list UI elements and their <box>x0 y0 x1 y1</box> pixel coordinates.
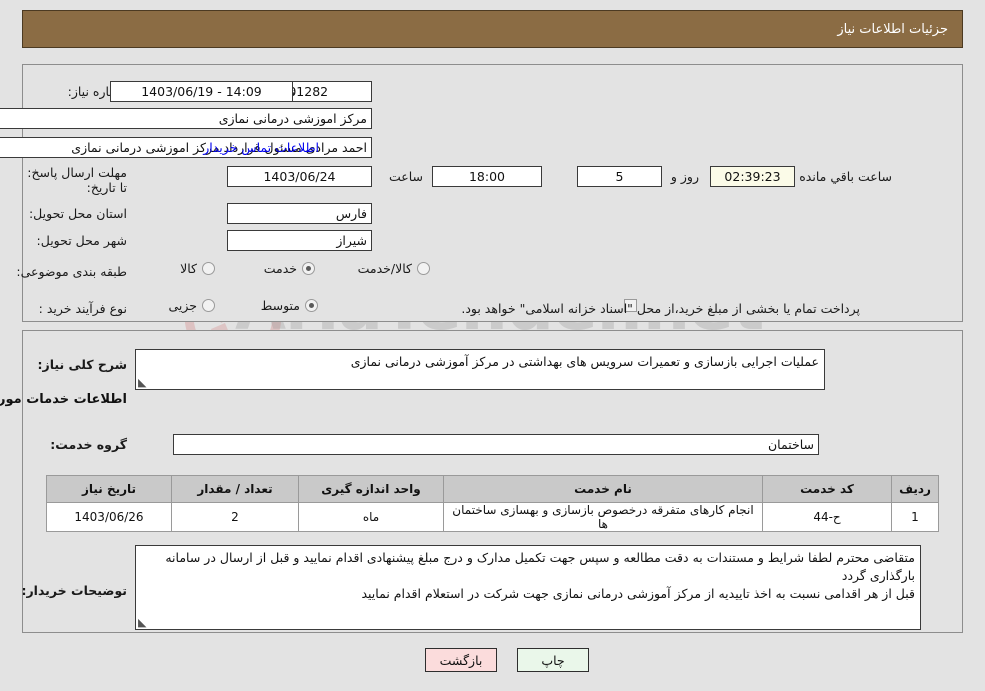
services-heading: اطلاعات خدمات مورد نیاز <box>0 392 127 407</box>
announce-datetime-value[interactable]: 14:09 - 1403/06/19 <box>110 81 293 102</box>
radio-category-goods-label: کالا <box>180 261 197 276</box>
treasury-note-label: پرداخت تمام یا بخشی از مبلغ خرید،از محل … <box>461 301 860 316</box>
print-button[interactable]: چاپ <box>517 648 589 672</box>
cell-code: ح-44 <box>762 502 892 532</box>
remaining-time-value: 02:39:23 <box>710 166 795 187</box>
radio-category-service[interactable]: خدمت <box>264 261 315 276</box>
service-group-label: گروه خدمت: <box>50 437 127 452</box>
city-value[interactable]: شیراز <box>227 230 372 251</box>
general-desc-label: شرح کلی نیاز: <box>37 357 127 372</box>
days-and-label: روز و <box>670 169 699 184</box>
category-label: طبقه بندی موضوعی: <box>16 264 127 279</box>
remaining-hours-label: ساعت باقي مانده <box>799 169 892 184</box>
radio-category-service-label: خدمت <box>263 261 297 276</box>
city-label: شهر محل تحویل: <box>36 233 127 248</box>
need-info-panel <box>22 64 963 322</box>
province-label: استان محل تحویل: <box>28 206 127 221</box>
radio-dot-icon[interactable] <box>417 262 430 275</box>
deadline-label: مهلت ارسال پاسخ: تا تاریخ: <box>27 165 127 195</box>
th-unit: واحد اندازه گیری <box>298 475 444 503</box>
radio-process-medium[interactable]: متوسط <box>261 298 318 313</box>
deadline-time-value[interactable]: 18:00 <box>432 166 542 187</box>
radio-process-minor-label: جزیی <box>168 298 197 313</box>
back-button[interactable]: بازگشت <box>425 648 497 672</box>
process-label: نوع فرآیند خرید : <box>38 301 127 316</box>
buyer-notes-line-1: متقاضی محترم لطفا شرایط و مستندات به دقت… <box>165 550 915 583</box>
buyer-notes-textarea[interactable]: متقاضی محترم لطفا شرایط و مستندات به دقت… <box>135 545 921 630</box>
province-value[interactable]: فارس <box>227 203 372 224</box>
resize-grip-icon[interactable]: ◢ <box>138 616 148 629</box>
resize-grip-icon[interactable]: ◢ <box>138 376 148 389</box>
radio-category-goods[interactable]: کالا <box>180 261 215 276</box>
page-title: جزئیات اطلاعات نیاز <box>837 21 948 37</box>
th-qty: تعداد / مقدار <box>171 475 299 503</box>
deadline-date-value[interactable]: 1403/06/24 <box>227 166 372 187</box>
buyer-org-value[interactable]: مرکز اموزشی درمانی نمازی <box>0 108 372 129</box>
th-code: کد خدمت <box>762 475 892 503</box>
cell-qty: 2 <box>171 502 299 532</box>
buyer-notes-label: توضیحات خریدار: <box>21 583 127 598</box>
table-row[interactable]: 1 ح-44 انجام کارهای متفرقه درخصوص بازساز… <box>46 502 939 532</box>
services-table: ردیف کد خدمت نام خدمت واحد اندازه گیری ت… <box>46 475 939 532</box>
general-desc-textarea[interactable]: عملیات اجرایی بازسازی و تعمیرات سرویس ها… <box>135 349 825 390</box>
remaining-days-value[interactable]: 5 <box>577 166 662 187</box>
radio-dot-icon[interactable] <box>305 299 318 312</box>
deadline-time-label: ساعت <box>388 169 423 184</box>
buyer-contact-link[interactable]: اطلاعات تماس خریدار <box>203 140 319 155</box>
cell-unit: ماه <box>298 502 444 532</box>
radio-category-goods-service[interactable]: کالا/خدمت <box>358 261 430 276</box>
radio-dot-icon[interactable] <box>202 299 215 312</box>
service-group-value[interactable]: ساختمان <box>173 434 819 455</box>
radio-process-medium-label: متوسط <box>260 298 300 313</box>
radio-category-goods-service-label: کالا/خدمت <box>357 261 412 276</box>
th-name: نام خدمت <box>443 475 763 503</box>
th-date: تاریخ نیاز <box>46 475 172 503</box>
radio-dot-icon[interactable] <box>302 262 315 275</box>
page-header: جزئیات اطلاعات نیاز <box>22 10 963 48</box>
cell-index: 1 <box>891 502 939 532</box>
radio-dot-icon[interactable] <box>202 262 215 275</box>
radio-process-minor[interactable]: جزیی <box>168 298 215 313</box>
th-index: ردیف <box>891 475 939 503</box>
general-desc-value: عملیات اجرایی بازسازی و تعمیرات سرویس ها… <box>350 354 819 369</box>
table-header-row: ردیف کد خدمت نام خدمت واحد اندازه گیری ت… <box>46 475 939 503</box>
page-root: AriaTender.net جزئیات اطلاعات نیاز شماره… <box>0 0 985 691</box>
buyer-notes-line-2: قبل از هر اقدامی نسبت به اخذ تاییدیه از … <box>361 586 915 601</box>
cell-name: انجام کارهای متفرقه درخصوص بازسازی و بهس… <box>443 502 763 532</box>
cell-date: 1403/06/26 <box>46 502 172 532</box>
